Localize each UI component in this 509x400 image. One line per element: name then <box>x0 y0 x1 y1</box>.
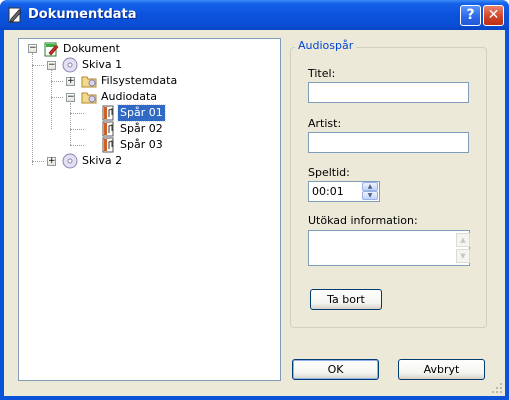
artist-input[interactable] <box>308 132 469 153</box>
tree-item-disc-1[interactable]: Skiva 1 <box>80 57 124 73</box>
document-icon <box>44 42 59 57</box>
tree-connector <box>32 65 44 66</box>
tree-connector <box>70 113 84 114</box>
tree-connector <box>51 69 52 129</box>
expand-toggle[interactable]: + <box>47 157 56 166</box>
resize-grip-icon[interactable] <box>491 382 503 394</box>
dialog-window: Dokumentdata ? ✕ − Dokument − Skiva 1 + … <box>0 0 509 400</box>
extended-info-textarea[interactable]: ▲ ▼ <box>308 230 470 266</box>
audio-track-icon <box>102 105 114 121</box>
close-button[interactable]: ✕ <box>483 5 504 26</box>
disc-icon <box>62 153 78 169</box>
title-input[interactable] <box>308 82 469 103</box>
tree-item-audiodata[interactable]: Audiodata <box>99 89 159 105</box>
tree-connector <box>51 81 63 82</box>
tree-item-filesystem[interactable]: Filsystemdata <box>99 73 179 89</box>
remove-button[interactable]: Ta bort <box>310 289 382 310</box>
title-label: Titel: <box>308 67 336 80</box>
dialog-client-area: − Dokument − Skiva 1 + Filsystemdata − A… <box>4 30 505 396</box>
tree-item-disc-2[interactable]: Skiva 2 <box>80 153 124 169</box>
collapse-toggle[interactable]: − <box>66 93 75 102</box>
groupbox-title: Audiospår <box>295 39 357 52</box>
tree-connector <box>51 97 63 98</box>
tree-connector <box>70 145 84 146</box>
scroll-up-icon[interactable]: ▲ <box>456 233 470 247</box>
help-button[interactable]: ? <box>460 5 481 26</box>
tree-item-track-3[interactable]: Spår 03 <box>118 137 165 153</box>
folder-audio-icon <box>81 92 97 104</box>
tree-item-track-1[interactable]: Spår 01 <box>117 104 166 122</box>
window-title: Dokumentdata <box>28 7 137 22</box>
audio-track-icon <box>102 137 114 153</box>
extended-info-label: Utökad information: <box>308 214 418 227</box>
audio-track-icon <box>102 121 114 137</box>
scroll-down-icon[interactable]: ▼ <box>456 249 470 263</box>
folder-filesystem-icon <box>81 76 97 88</box>
disc-icon <box>62 57 78 73</box>
document-edit-icon <box>8 7 22 23</box>
spin-up-button[interactable]: ▲ <box>362 182 378 191</box>
help-icon: ? <box>466 7 475 23</box>
cancel-button[interactable]: Avbryt <box>398 359 485 380</box>
close-icon: ✕ <box>487 7 500 23</box>
collapse-toggle[interactable]: − <box>47 61 56 70</box>
document-tree[interactable]: − Dokument − Skiva 1 + Filsystemdata − A… <box>18 38 281 381</box>
expand-toggle[interactable]: + <box>66 77 75 86</box>
tree-connector <box>32 53 33 165</box>
collapse-toggle[interactable]: − <box>28 44 37 53</box>
spin-down-button[interactable]: ▼ <box>362 191 378 200</box>
title-bar[interactable]: Dokumentdata ? ✕ <box>0 0 509 30</box>
tree-connector <box>70 103 71 145</box>
ok-button[interactable]: OK <box>292 359 379 380</box>
tree-item-track-2[interactable]: Spår 02 <box>118 121 165 137</box>
tree-connector <box>32 161 44 162</box>
artist-label: Artist: <box>308 117 342 130</box>
tree-item-document[interactable]: Dokument <box>61 41 122 57</box>
tree-connector <box>70 129 84 130</box>
duration-label: Speltid: <box>308 166 350 179</box>
